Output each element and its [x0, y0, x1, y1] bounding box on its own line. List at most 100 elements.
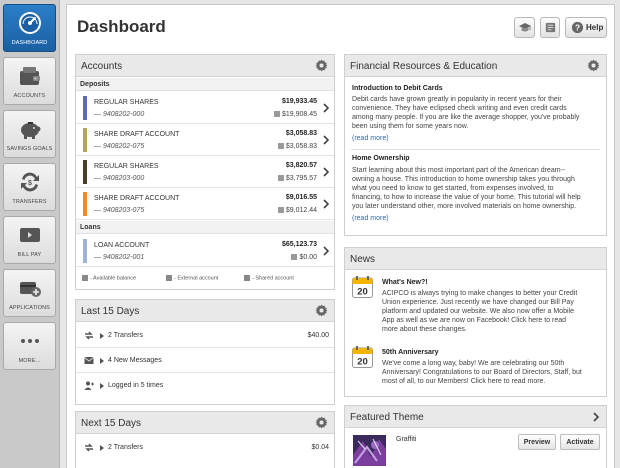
help-button[interactable]: ? Help — [565, 17, 607, 38]
article-line: among many people. If you are like the a… — [352, 114, 580, 121]
account-number: — 9408203-075 — [94, 207, 145, 214]
sidebar-item-applications[interactable]: APPLICATIONS — [3, 269, 56, 317]
activity-row-transfers[interactable]: 2 Transfers $40.00 — [76, 324, 334, 348]
more-dots-icon — [21, 339, 39, 343]
account-row[interactable]: SHARE DRAFT ACCOUNT — 9408202-075 $3,058… — [76, 124, 334, 156]
gear-icon[interactable] — [587, 59, 600, 72]
news-line: most of all, to our Members! Click here … — [382, 378, 546, 385]
news-line: App as well as we are now on Facebook! C… — [382, 317, 567, 324]
article-line: financing, to how to increase the value … — [352, 194, 581, 201]
next-15-days-title: Next 15 Days — [81, 418, 142, 429]
activate-button[interactable]: Activate — [560, 434, 600, 450]
featured-theme-header: Featured Theme — [345, 406, 606, 428]
accounts-title: Accounts — [81, 61, 123, 72]
account-row[interactable]: SHARE DRAFT ACCOUNT — 9408203-075 $9,016… — [76, 188, 334, 220]
news-panel: News 20 What's New?! ACIPCO is always tr… — [344, 247, 607, 397]
gear-icon[interactable] — [315, 59, 328, 72]
news-item-body: ACIPCO is always trying to make changes … — [382, 289, 602, 334]
account-available: $0.00 — [291, 254, 317, 261]
theme-name: Graffiti — [396, 436, 417, 443]
account-balance: $65,123.73 — [281, 241, 317, 248]
sidebar-item-accounts[interactable]: ACCOUNTS — [3, 57, 56, 105]
legend-external: - External account — [166, 275, 218, 281]
account-row[interactable]: REGULAR SHARES — 9408202-000 $19,933.45 … — [76, 92, 334, 124]
article-title[interactable]: Home Ownership — [352, 155, 410, 162]
financial-resources-title: Financial Resources & Education — [350, 61, 498, 72]
account-name: REGULAR SHARES — [94, 163, 159, 170]
calendar-icon: 20 — [352, 276, 373, 298]
account-available: $9,012.44 — [277, 207, 317, 214]
news-header: News — [345, 248, 606, 270]
expand-caret-icon — [100, 383, 104, 389]
next-15-days-panel: Next 15 Days 2 Transfers $0.04 — [75, 411, 335, 468]
legend-shared-text: - Shared account — [252, 275, 294, 282]
last-15-days-header: Last 15 Days — [76, 300, 334, 322]
news-item-title[interactable]: What's New?! — [382, 279, 428, 286]
next-15-days-header: Next 15 Days — [76, 412, 334, 434]
preview-button[interactable]: Preview — [518, 434, 556, 450]
news-item-body: We've come a long way, baby! We are cele… — [382, 359, 602, 386]
news-item-title[interactable]: 50th Anniversary — [382, 349, 439, 356]
page-title: Dashboard — [77, 17, 166, 36]
account-row[interactable]: REGULAR SHARES — 9408203-000 $3,820.57 $… — [76, 156, 334, 188]
wallet-icon — [20, 67, 40, 85]
account-color-swatch — [83, 239, 87, 263]
read-more-link[interactable]: (read more) — [352, 135, 389, 142]
chevron-right-icon — [323, 167, 329, 177]
education-button[interactable] — [514, 17, 535, 38]
activity-row-transfers[interactable]: 2 Transfers $0.04 — [76, 436, 334, 460]
print-button[interactable] — [540, 17, 560, 38]
financial-resources-header: Financial Resources & Education — [345, 55, 606, 77]
envelope-icon — [84, 357, 94, 364]
expand-caret-icon — [100, 333, 104, 339]
account-row[interactable]: LOAN ACCOUNT — 9408202-001 $65,123.73 $0… — [76, 235, 334, 267]
news-title: News — [350, 254, 376, 265]
user-login-icon — [84, 381, 94, 390]
news-line: ACIPCO is always trying to make changes … — [382, 290, 578, 297]
svg-text:20: 20 — [357, 287, 368, 298]
graduation-cap-icon — [519, 23, 531, 32]
last-15-days-panel: Last 15 Days 2 Transfers $40.00 4 New Me… — [75, 299, 335, 405]
bill-pay-icon — [20, 228, 40, 242]
sidebar-item-savings-goals[interactable]: SAVINGS GOALS — [3, 110, 56, 158]
applications-icon — [20, 282, 41, 297]
shared-account-icon — [244, 275, 250, 281]
account-color-swatch — [83, 160, 87, 184]
account-number: — 9408203-000 — [94, 175, 145, 182]
transfer-icon — [85, 331, 93, 340]
transfer-icon — [85, 443, 93, 452]
article-line: owning a house. This introduction to hom… — [352, 176, 575, 183]
svg-text:20: 20 — [357, 357, 368, 368]
article-title[interactable]: Introduction to Debit Cards — [352, 85, 443, 92]
gear-icon[interactable] — [315, 304, 328, 317]
account-available: $3,795.57 — [277, 175, 317, 182]
account-balance: $3,058.83 — [285, 130, 317, 137]
chevron-right-icon — [323, 103, 329, 113]
news-line: Union experience. Just recently we have … — [382, 299, 574, 306]
article-body: Start learning about this most important… — [352, 166, 602, 211]
calendar-icon: 20 — [352, 346, 373, 368]
account-available: $19,908.45 — [273, 111, 317, 118]
account-name: REGULAR SHARES — [94, 99, 159, 106]
sidebar-item-bill-pay[interactable]: BILL PAY — [3, 216, 56, 264]
activity-row-messages[interactable]: 4 New Messages — [76, 349, 334, 373]
available-balance-value: $0.00 — [299, 254, 317, 261]
sidebar-item-dashboard[interactable]: DASHBOARD — [3, 4, 56, 52]
sidebar-item-more[interactable]: MORE... — [3, 322, 56, 370]
gear-icon[interactable] — [315, 416, 328, 429]
available-balance-icon — [277, 143, 284, 150]
account-color-swatch — [83, 96, 87, 120]
sidebar-item-label: APPLICATIONS — [9, 305, 50, 311]
chevron-right-icon[interactable] — [593, 412, 599, 422]
read-more-link[interactable]: (read more) — [352, 215, 389, 222]
chevron-right-icon — [323, 199, 329, 209]
article-line: you later understand other, more involve… — [352, 203, 577, 210]
sidebar-item-transfers[interactable]: $ TRANSFERS — [3, 163, 56, 211]
available-balance-icon — [277, 175, 284, 182]
legend-available-text: - Available balance — [90, 275, 137, 282]
activity-row-logins[interactable]: Logged in 5 times — [76, 374, 334, 398]
expand-caret-icon — [100, 445, 104, 451]
sidebar-nav: DASHBOARD ACCOUNTS SAVINGS GOALS $ TRANS… — [0, 0, 60, 468]
activity-text: 2 Transfers — [108, 332, 144, 339]
account-name: SHARE DRAFT ACCOUNT — [94, 131, 180, 138]
